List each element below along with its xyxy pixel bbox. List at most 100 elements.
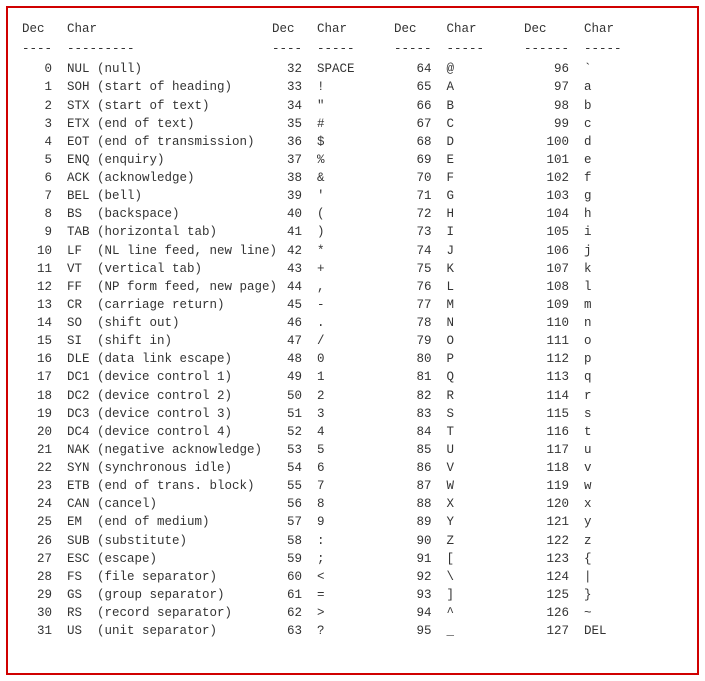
ascii-row: 33 !: [272, 78, 394, 96]
ascii-row: 20 DC4 (device control 4): [22, 423, 272, 441]
column-2: Dec Char---- ----- 32 SPACE 33 ! 34 " 35…: [272, 20, 394, 640]
ascii-row: 27 ESC (escape): [22, 550, 272, 568]
ascii-row: 55 7: [272, 477, 394, 495]
ascii-row: 71 G: [394, 187, 524, 205]
ascii-row: 62 >: [272, 604, 394, 622]
ascii-row: 3 ETX (end of text): [22, 115, 272, 133]
ascii-row: 40 (: [272, 205, 394, 223]
column-header: Dec Char: [272, 20, 394, 38]
ascii-row: 34 ": [272, 97, 394, 115]
ascii-row: 116 t: [524, 423, 644, 441]
ascii-row: 61 =: [272, 586, 394, 604]
ascii-row: 54 6: [272, 459, 394, 477]
ascii-row: 76 L: [394, 278, 524, 296]
column-header: Dec Char: [22, 20, 272, 38]
ascii-row: 120 x: [524, 495, 644, 513]
ascii-row: 53 5: [272, 441, 394, 459]
ascii-row: 126 ~: [524, 604, 644, 622]
ascii-row: 50 2: [272, 387, 394, 405]
ascii-row: 118 v: [524, 459, 644, 477]
ascii-row: 41 ): [272, 223, 394, 241]
ascii-row: 80 P: [394, 350, 524, 368]
ascii-row: 42 *: [272, 242, 394, 260]
ascii-row: 17 DC1 (device control 1): [22, 368, 272, 386]
ascii-row: 12 FF (NP form feed, new page): [22, 278, 272, 296]
ascii-row: 119 w: [524, 477, 644, 495]
ascii-row: 31 US (unit separator): [22, 622, 272, 640]
ascii-row: 44 ,: [272, 278, 394, 296]
ascii-row: 78 N: [394, 314, 524, 332]
ascii-row: 91 [: [394, 550, 524, 568]
ascii-row: 122 z: [524, 532, 644, 550]
ascii-row: 45 -: [272, 296, 394, 314]
ascii-row: 22 SYN (synchronous idle): [22, 459, 272, 477]
ascii-row: 0 NUL (null): [22, 60, 272, 78]
ascii-row: 87 W: [394, 477, 524, 495]
ascii-row: 18 DC2 (device control 2): [22, 387, 272, 405]
ascii-row: 56 8: [272, 495, 394, 513]
ascii-row: 2 STX (start of text): [22, 97, 272, 115]
ascii-row: 100 d: [524, 133, 644, 151]
ascii-row: 15 SI (shift in): [22, 332, 272, 350]
ascii-row: 24 CAN (cancel): [22, 495, 272, 513]
ascii-row: 125 }: [524, 586, 644, 604]
ascii-row: 99 c: [524, 115, 644, 133]
ascii-row: 102 f: [524, 169, 644, 187]
ascii-row: 1 SOH (start of heading): [22, 78, 272, 96]
ascii-row: 65 A: [394, 78, 524, 96]
ascii-row: 88 X: [394, 495, 524, 513]
ascii-table-frame: Dec Char---- --------- 0 NUL (null) 1 SO…: [6, 6, 699, 675]
ascii-row: 7 BEL (bell): [22, 187, 272, 205]
ascii-row: 101 e: [524, 151, 644, 169]
ascii-row: 106 j: [524, 242, 644, 260]
ascii-row: 105 i: [524, 223, 644, 241]
ascii-row: 103 g: [524, 187, 644, 205]
ascii-row: 6 ACK (acknowledge): [22, 169, 272, 187]
ascii-row: 121 y: [524, 513, 644, 531]
ascii-row: 92 \: [394, 568, 524, 586]
ascii-row: 4 EOT (end of transmission): [22, 133, 272, 151]
ascii-row: 58 :: [272, 532, 394, 550]
ascii-row: 75 K: [394, 260, 524, 278]
ascii-row: 109 m: [524, 296, 644, 314]
ascii-row: 97 a: [524, 78, 644, 96]
ascii-row: 83 S: [394, 405, 524, 423]
ascii-row: 47 /: [272, 332, 394, 350]
ascii-row: 111 o: [524, 332, 644, 350]
ascii-row: 29 GS (group separator): [22, 586, 272, 604]
ascii-row: 64 @: [394, 60, 524, 78]
column-header: Dec Char: [394, 20, 524, 38]
ascii-row: 86 V: [394, 459, 524, 477]
ascii-row: 13 CR (carriage return): [22, 296, 272, 314]
ascii-row: 70 F: [394, 169, 524, 187]
column-divider: ---- -----: [272, 40, 394, 58]
ascii-row: 115 s: [524, 405, 644, 423]
ascii-row: 30 RS (record separator): [22, 604, 272, 622]
ascii-row: 21 NAK (negative acknowledge): [22, 441, 272, 459]
ascii-row: 93 ]: [394, 586, 524, 604]
ascii-row: 96 `: [524, 60, 644, 78]
ascii-row: 48 0: [272, 350, 394, 368]
ascii-row: 23 ETB (end of trans. block): [22, 477, 272, 495]
column-4: Dec Char------ ----- 96 ` 97 a 98 b 99 c…: [524, 20, 644, 640]
ascii-row: 16 DLE (data link escape): [22, 350, 272, 368]
ascii-row: 77 M: [394, 296, 524, 314]
ascii-row: 14 SO (shift out): [22, 314, 272, 332]
ascii-row: 98 b: [524, 97, 644, 115]
ascii-row: 11 VT (vertical tab): [22, 260, 272, 278]
ascii-row: 73 I: [394, 223, 524, 241]
ascii-row: 82 R: [394, 387, 524, 405]
ascii-row: 81 Q: [394, 368, 524, 386]
ascii-row: 72 H: [394, 205, 524, 223]
ascii-row: 94 ^: [394, 604, 524, 622]
ascii-row: 110 n: [524, 314, 644, 332]
ascii-row: 43 +: [272, 260, 394, 278]
ascii-row: 114 r: [524, 387, 644, 405]
ascii-row: 52 4: [272, 423, 394, 441]
ascii-row: 32 SPACE: [272, 60, 394, 78]
ascii-row: 38 &: [272, 169, 394, 187]
ascii-row: 51 3: [272, 405, 394, 423]
ascii-row: 49 1: [272, 368, 394, 386]
ascii-row: 113 q: [524, 368, 644, 386]
ascii-row: 104 h: [524, 205, 644, 223]
